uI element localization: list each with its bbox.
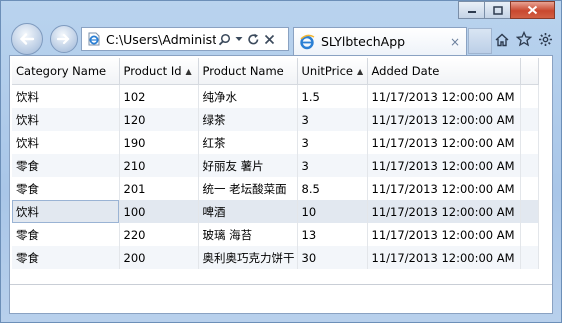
arrow-left-icon [19,33,35,45]
column-header-category-name[interactable]: Category Name [12,58,120,85]
gear-icon[interactable] [538,32,553,47]
cell-product-id[interactable]: 200 [119,246,199,269]
product-data-grid: Category Name Product Id ▲ Product Name U… [12,58,539,269]
ie-page-icon [88,32,100,46]
cell-product-name[interactable]: 统一 老坛酸菜面 [198,177,298,200]
cell-unit-price[interactable]: 13 [297,223,368,246]
refresh-icon[interactable] [247,33,260,46]
cell-unit-price[interactable]: 10 [297,200,368,223]
cell-filler [520,223,539,246]
stop-icon[interactable] [264,34,275,45]
table-row[interactable]: 零食 220 玻璃 海苔 13 11/17/2013 12:00:00 AM [12,223,539,246]
cell-product-id[interactable]: 102 [119,84,199,108]
cell-unit-price[interactable]: 30 [297,246,368,269]
cell-category[interactable]: 零食 [12,154,120,177]
cell-filler [520,154,539,177]
cell-category[interactable]: 饮料 [12,131,120,154]
maximize-button[interactable] [484,1,511,19]
cell-product-id[interactable]: 190 [119,131,199,154]
home-icon[interactable] [494,32,510,47]
cell-category[interactable]: 零食 [12,223,120,246]
minimize-icon [467,11,476,13]
cell-added-date[interactable]: 11/17/2013 12:00:00 AM [367,223,521,246]
cell-unit-price[interactable]: 3 [297,154,368,177]
cell-product-id[interactable]: 100 [119,200,199,223]
sort-ascending-icon: ▲ [356,67,364,76]
cell-added-date[interactable]: 11/17/2013 12:00:00 AM [367,177,521,200]
cell-filler [520,177,539,200]
cell-category[interactable]: 零食 [12,177,120,200]
column-header-filler [520,58,539,85]
cell-product-name[interactable]: 纯净水 [198,84,298,108]
table-row[interactable]: 零食 201 统一 老坛酸菜面 8.5 11/17/2013 12:00:00 … [12,177,539,200]
table-row-selected[interactable]: 饮料 100 啤酒 10 11/17/2013 12:00:00 AM [12,200,539,223]
grid-header-row: Category Name Product Id ▲ Product Name U… [12,58,539,85]
table-row[interactable]: 饮料 120 绿茶 3 11/17/2013 12:00:00 AM [12,108,539,131]
cell-unit-price[interactable]: 8.5 [297,177,368,200]
cell-unit-price[interactable]: 3 [297,108,368,131]
new-tab-button[interactable] [468,28,492,54]
address-bar[interactable]: C:\Users\Administ [81,27,289,51]
column-header-added-date[interactable]: Added Date [367,58,521,85]
search-icon[interactable] [218,33,231,46]
cell-category[interactable]: 饮料 [12,84,120,108]
back-button[interactable] [11,23,43,55]
cell-added-date[interactable]: 11/17/2013 12:00:00 AM [367,131,521,154]
cell-product-id[interactable]: 210 [119,154,199,177]
sort-ascending-icon: ▲ [185,67,192,76]
column-header-unit-price[interactable]: UnitPrice ▲ [297,58,368,85]
cell-added-date[interactable]: 11/17/2013 12:00:00 AM [367,246,521,269]
cell-product-name[interactable]: 啤酒 [198,200,298,223]
close-icon [527,5,538,15]
minimize-button[interactable] [458,1,485,19]
cell-product-name[interactable]: 好丽友 薯片 [198,154,298,177]
close-window-button[interactable] [510,1,555,19]
cell-product-name[interactable]: 奥利奥巧克力饼干 [198,246,298,269]
cell-filler [520,131,539,154]
cell-product-name[interactable]: 红茶 [198,131,298,154]
tab-slylbtechapp[interactable]: SLYlbtechApp × [293,27,467,55]
cell-filler [520,108,539,131]
cell-added-date[interactable]: 11/17/2013 12:00:00 AM [367,84,521,108]
cell-product-name[interactable]: 绿茶 [198,108,298,131]
cell-filler [520,200,539,223]
tab-title: SLYlbtechApp [321,34,406,49]
table-row[interactable]: 零食 210 好丽友 薯片 3 11/17/2013 12:00:00 AM [12,154,539,177]
cell-added-date[interactable]: 11/17/2013 12:00:00 AM [367,154,521,177]
cell-category[interactable]: 零食 [12,246,120,269]
address-url[interactable]: C:\Users\Administ [106,32,216,47]
forward-button[interactable] [50,25,78,53]
tab-close-icon[interactable]: × [450,35,460,49]
grid-bottom-divider [10,284,552,285]
cell-product-id[interactable]: 220 [119,223,199,246]
browser-tools [494,31,553,47]
cell-filler [520,84,539,108]
table-row[interactable]: 饮料 190 红茶 3 11/17/2013 12:00:00 AM [12,131,539,154]
column-header-product-id[interactable]: Product Id ▲ [119,58,199,85]
table-row[interactable]: 零食 200 奥利奥巧克力饼干 30 11/17/2013 12:00:00 A… [12,246,539,269]
cell-added-date[interactable]: 11/17/2013 12:00:00 AM [367,200,521,223]
browser-window: C:\Users\Administ SLYlbtechApp × Categor… [0,0,562,323]
page-content: Category Name Product Id ▲ Product Name U… [9,55,553,314]
column-header-product-name[interactable]: Product Name [198,58,298,85]
maximize-icon [492,5,503,15]
cell-filler [520,246,539,269]
cell-product-name[interactable]: 玻璃 海苔 [198,223,298,246]
arrow-right-icon [57,33,70,45]
table-row[interactable]: 饮料 102 纯净水 1.5 11/17/2013 12:00:00 AM [12,84,539,108]
cell-category[interactable]: 饮料 [12,108,120,131]
cell-product-id[interactable]: 120 [119,108,199,131]
cell-unit-price[interactable]: 1.5 [297,84,368,108]
chevron-down-icon[interactable] [235,36,243,42]
cell-added-date[interactable]: 11/17/2013 12:00:00 AM [367,108,521,131]
ie-logo-icon [300,34,315,49]
cell-product-id[interactable]: 201 [119,177,199,200]
star-icon[interactable] [516,31,532,47]
cell-category[interactable]: 饮料 [12,200,120,223]
navigation-bar: C:\Users\Administ SLYlbtechApp × [9,23,553,55]
window-caption-buttons [458,1,555,19]
address-tools [218,33,275,46]
cell-unit-price[interactable]: 3 [297,131,368,154]
